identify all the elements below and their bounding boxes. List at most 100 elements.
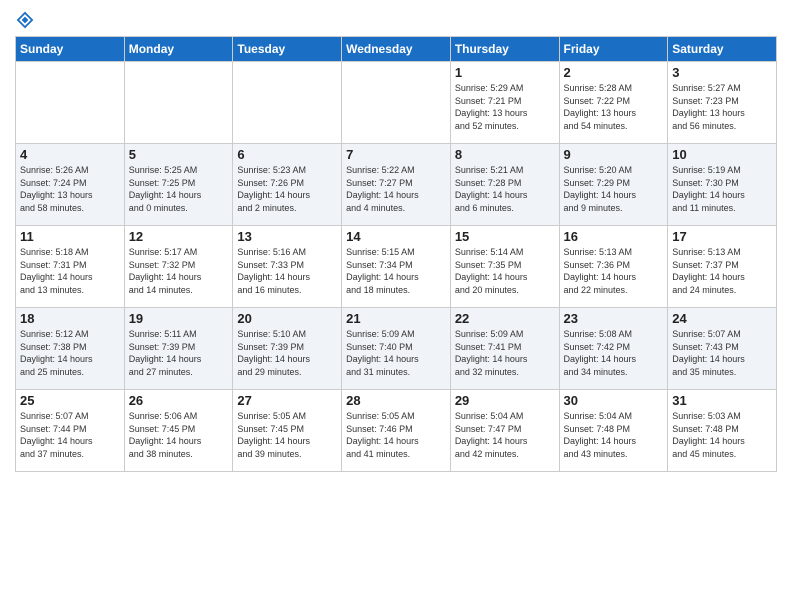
day-info: Sunrise: 5:06 AM Sunset: 7:45 PM Dayligh… (129, 410, 229, 460)
day-info: Sunrise: 5:09 AM Sunset: 7:41 PM Dayligh… (455, 328, 555, 378)
weekday-header-friday: Friday (559, 37, 668, 62)
day-info: Sunrise: 5:22 AM Sunset: 7:27 PM Dayligh… (346, 164, 446, 214)
day-info: Sunrise: 5:20 AM Sunset: 7:29 PM Dayligh… (564, 164, 664, 214)
day-number: 13 (237, 229, 337, 244)
calendar-cell: 4Sunrise: 5:26 AM Sunset: 7:24 PM Daylig… (16, 144, 125, 226)
logo (15, 10, 39, 30)
day-number: 26 (129, 393, 229, 408)
general-blue-icon (15, 10, 35, 30)
weekday-row: SundayMondayTuesdayWednesdayThursdayFrid… (16, 37, 777, 62)
day-number: 12 (129, 229, 229, 244)
day-info: Sunrise: 5:16 AM Sunset: 7:33 PM Dayligh… (237, 246, 337, 296)
day-number: 22 (455, 311, 555, 326)
day-number: 3 (672, 65, 772, 80)
calendar-cell: 30Sunrise: 5:04 AM Sunset: 7:48 PM Dayli… (559, 390, 668, 472)
weekday-header-saturday: Saturday (668, 37, 777, 62)
calendar-cell: 16 Sunrise: 5:13 AM Sunset: 7:36 PM Dayli… (559, 226, 668, 308)
day-info: Sunrise: 5:07 AM Sunset: 7:44 PM Dayligh… (20, 410, 120, 460)
calendar-cell: 5Sunrise: 5:25 AM Sunset: 7:25 PM Daylig… (124, 144, 233, 226)
day-info: Sunrise: 5:04 AM Sunset: 7:47 PM Dayligh… (455, 410, 555, 460)
day-info: Sunrise: 5:17 AM Sunset: 7:32 PM Dayligh… (129, 246, 229, 296)
day-info: Sunrise: 5:12 AM Sunset: 7:38 PM Dayligh… (20, 328, 120, 378)
day-info: Sunrise: 5:11 AM Sunset: 7:39 PM Dayligh… (129, 328, 229, 378)
weekday-header-wednesday: Wednesday (342, 37, 451, 62)
day-info: Sunrise: 5:29 AM Sunset: 7:21 PM Dayligh… (455, 82, 555, 132)
calendar-cell: 20 Sunrise: 5:10 AM Sunset: 7:39 PM Dayli… (233, 308, 342, 390)
day-number: 27 (237, 393, 337, 408)
weekday-header-tuesday: Tuesday (233, 37, 342, 62)
day-number: 17 (672, 229, 772, 244)
day-number: 31 (672, 393, 772, 408)
calendar-cell: 18Sunrise: 5:12 AM Sunset: 7:38 PM Dayli… (16, 308, 125, 390)
weekday-header-thursday: Thursday (450, 37, 559, 62)
day-number: 5 (129, 147, 229, 162)
calendar-cell: 17 Sunrise: 5:13 AM Sunset: 7:37 PM Dayli… (668, 226, 777, 308)
day-info: Sunrise: 5:13 AM Sunset: 7:37 PM Dayligh… (672, 246, 772, 296)
day-number: 20 (237, 311, 337, 326)
day-number: 30 (564, 393, 664, 408)
calendar-cell: 24 Sunrise: 5:07 AM Sunset: 7:43 PM Dayli… (668, 308, 777, 390)
calendar-cell: 19 Sunrise: 5:11 AM Sunset: 7:39 PM Dayli… (124, 308, 233, 390)
calendar-body: 1 Sunrise: 5:29 AM Sunset: 7:21 PM Daylig… (16, 62, 777, 472)
calendar-cell: 1 Sunrise: 5:29 AM Sunset: 7:21 PM Daylig… (450, 62, 559, 144)
day-info: Sunrise: 5:08 AM Sunset: 7:42 PM Dayligh… (564, 328, 664, 378)
calendar-cell (342, 62, 451, 144)
page-container: SundayMondayTuesdayWednesdayThursdayFrid… (0, 0, 792, 482)
calendar-cell: 23Sunrise: 5:08 AM Sunset: 7:42 PM Dayli… (559, 308, 668, 390)
calendar-cell: 26 Sunrise: 5:06 AM Sunset: 7:45 PM Dayli… (124, 390, 233, 472)
day-info: Sunrise: 5:05 AM Sunset: 7:45 PM Dayligh… (237, 410, 337, 460)
day-info: Sunrise: 5:10 AM Sunset: 7:39 PM Dayligh… (237, 328, 337, 378)
calendar-cell: 3 Sunrise: 5:27 AM Sunset: 7:23 PM Daylig… (668, 62, 777, 144)
calendar-week-1: 1 Sunrise: 5:29 AM Sunset: 7:21 PM Daylig… (16, 62, 777, 144)
calendar-cell: 21 Sunrise: 5:09 AM Sunset: 7:40 PM Dayli… (342, 308, 451, 390)
calendar-week-4: 18Sunrise: 5:12 AM Sunset: 7:38 PM Dayli… (16, 308, 777, 390)
calendar-cell (233, 62, 342, 144)
calendar-cell: 9 Sunrise: 5:20 AM Sunset: 7:29 PM Daylig… (559, 144, 668, 226)
day-number: 16 (564, 229, 664, 244)
day-number: 24 (672, 311, 772, 326)
day-info: Sunrise: 5:15 AM Sunset: 7:34 PM Dayligh… (346, 246, 446, 296)
day-info: Sunrise: 5:19 AM Sunset: 7:30 PM Dayligh… (672, 164, 772, 214)
calendar-cell: 13 Sunrise: 5:16 AM Sunset: 7:33 PM Dayli… (233, 226, 342, 308)
day-info: Sunrise: 5:21 AM Sunset: 7:28 PM Dayligh… (455, 164, 555, 214)
calendar-cell: 8Sunrise: 5:21 AM Sunset: 7:28 PM Daylig… (450, 144, 559, 226)
day-info: Sunrise: 5:09 AM Sunset: 7:40 PM Dayligh… (346, 328, 446, 378)
calendar-cell: 6 Sunrise: 5:23 AM Sunset: 7:26 PM Daylig… (233, 144, 342, 226)
calendar-cell: 25 Sunrise: 5:07 AM Sunset: 7:44 PM Dayli… (16, 390, 125, 472)
calendar-cell: 28Sunrise: 5:05 AM Sunset: 7:46 PM Dayli… (342, 390, 451, 472)
weekday-header-sunday: Sunday (16, 37, 125, 62)
day-number: 6 (237, 147, 337, 162)
day-info: Sunrise: 5:27 AM Sunset: 7:23 PM Dayligh… (672, 82, 772, 132)
day-number: 21 (346, 311, 446, 326)
calendar-cell: 15Sunrise: 5:14 AM Sunset: 7:35 PM Dayli… (450, 226, 559, 308)
calendar-week-2: 4Sunrise: 5:26 AM Sunset: 7:24 PM Daylig… (16, 144, 777, 226)
day-number: 7 (346, 147, 446, 162)
day-number: 9 (564, 147, 664, 162)
calendar-cell: 7 Sunrise: 5:22 AM Sunset: 7:27 PM Daylig… (342, 144, 451, 226)
calendar-cell: 10 Sunrise: 5:19 AM Sunset: 7:30 PM Dayli… (668, 144, 777, 226)
day-number: 10 (672, 147, 772, 162)
calendar-cell: 2Sunrise: 5:28 AM Sunset: 7:22 PM Daylig… (559, 62, 668, 144)
calendar-cell: 31 Sunrise: 5:03 AM Sunset: 7:48 PM Dayli… (668, 390, 777, 472)
calendar-cell (16, 62, 125, 144)
day-info: Sunrise: 5:13 AM Sunset: 7:36 PM Dayligh… (564, 246, 664, 296)
day-number: 25 (20, 393, 120, 408)
calendar-cell (124, 62, 233, 144)
day-number: 11 (20, 229, 120, 244)
header (15, 10, 777, 30)
day-info: Sunrise: 5:28 AM Sunset: 7:22 PM Dayligh… (564, 82, 664, 132)
calendar-cell: 27 Sunrise: 5:05 AM Sunset: 7:45 PM Dayli… (233, 390, 342, 472)
calendar-cell: 22 Sunrise: 5:09 AM Sunset: 7:41 PM Dayli… (450, 308, 559, 390)
calendar-cell: 14 Sunrise: 5:15 AM Sunset: 7:34 PM Dayli… (342, 226, 451, 308)
calendar-week-5: 25 Sunrise: 5:07 AM Sunset: 7:44 PM Dayli… (16, 390, 777, 472)
day-info: Sunrise: 5:26 AM Sunset: 7:24 PM Dayligh… (20, 164, 120, 214)
day-number: 19 (129, 311, 229, 326)
day-info: Sunrise: 5:07 AM Sunset: 7:43 PM Dayligh… (672, 328, 772, 378)
day-info: Sunrise: 5:05 AM Sunset: 7:46 PM Dayligh… (346, 410, 446, 460)
day-info: Sunrise: 5:03 AM Sunset: 7:48 PM Dayligh… (672, 410, 772, 460)
calendar-week-3: 11Sunrise: 5:18 AM Sunset: 7:31 PM Dayli… (16, 226, 777, 308)
day-number: 14 (346, 229, 446, 244)
calendar-cell: 11Sunrise: 5:18 AM Sunset: 7:31 PM Dayli… (16, 226, 125, 308)
day-info: Sunrise: 5:23 AM Sunset: 7:26 PM Dayligh… (237, 164, 337, 214)
day-number: 1 (455, 65, 555, 80)
